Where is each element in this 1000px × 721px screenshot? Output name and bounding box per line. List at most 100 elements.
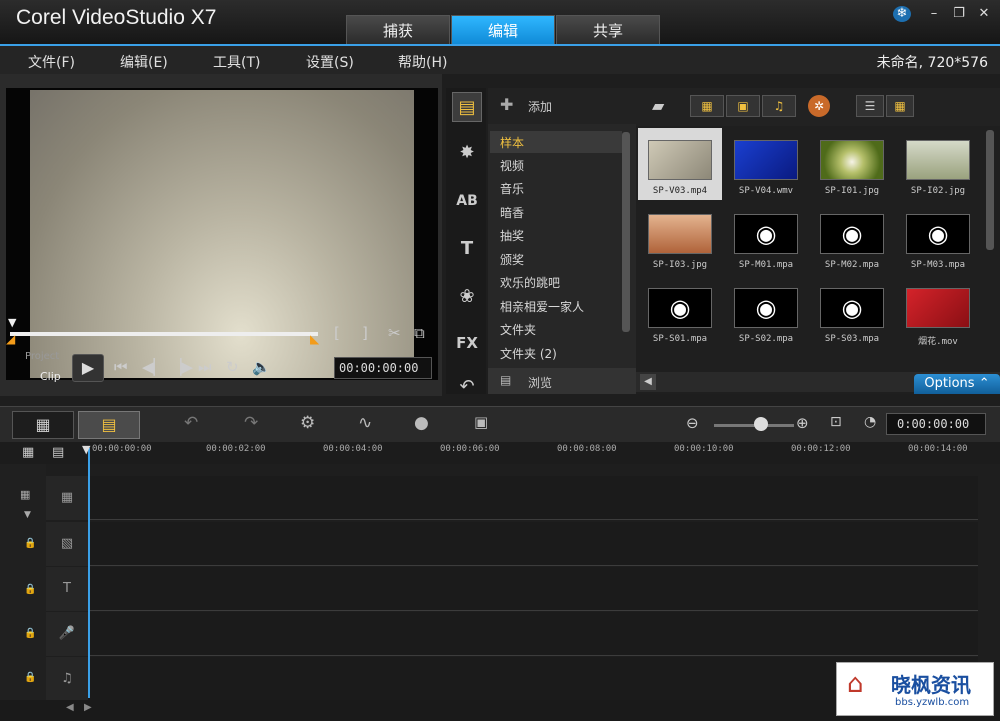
mark-out-button[interactable]: ] (362, 324, 368, 342)
zoom-in-icon[interactable]: ⊕ (796, 414, 809, 432)
menu-file[interactable]: 文件(F) (28, 52, 75, 72)
play-button[interactable]: ▶ (72, 354, 104, 382)
tab-share[interactable]: 共享 (556, 15, 660, 45)
menu-tools[interactable]: 工具(T) (213, 52, 260, 72)
folder-item[interactable]: 音乐 (500, 180, 524, 197)
minimize-icon[interactable]: – (925, 6, 943, 22)
add-folder-row[interactable]: ✚ 添加 (488, 88, 636, 124)
media-thumbnail[interactable]: 烟花.mov (896, 276, 980, 348)
timeline-timecode[interactable]: 0:00:00:00 (886, 413, 986, 435)
menu-settings[interactable]: 设置(S) (306, 52, 354, 72)
folder-item[interactable]: 样本 (500, 134, 524, 151)
media-thumbnail[interactable]: ◉ SP-S03.mpa (810, 276, 894, 348)
subtitle-editor-icon[interactable]: ▣ (474, 413, 488, 431)
browse-button[interactable]: ▤ 浏览 (488, 368, 636, 394)
overlay-track[interactable] (88, 522, 978, 566)
music-track-icon[interactable]: ♫ (46, 657, 88, 701)
path-icon[interactable]: ↶ (452, 372, 482, 402)
track-manager-icon[interactable]: ▤ (52, 445, 64, 460)
folder-item[interactable]: 欢乐的跳吧 (500, 274, 560, 291)
list-view-icon[interactable]: ☰ (856, 95, 884, 117)
show-video-icon[interactable]: ▦ (690, 95, 724, 117)
folder-item[interactable]: 文件夹 (500, 321, 536, 338)
menu-edit[interactable]: 编辑(E) (120, 52, 168, 72)
media-thumbnail[interactable]: ◉ SP-M01.mpa (724, 202, 808, 274)
mark-in-button[interactable]: [ (334, 324, 340, 342)
transition-icon[interactable]: AB (452, 186, 482, 216)
scrubber-bar[interactable] (10, 332, 318, 336)
media-scrollbar[interactable] (986, 130, 994, 250)
zoom-out-icon[interactable]: ⊖ (686, 414, 699, 432)
playhead[interactable] (88, 448, 90, 698)
lock-icon[interactable]: 🔒 (24, 672, 36, 683)
next-frame-icon[interactable]: ▕▶ (170, 358, 193, 376)
overlay-track-icon[interactable]: ▧ (46, 522, 88, 566)
folder-item[interactable]: 抽奖 (500, 227, 524, 244)
trim-marker-end[interactable]: ◣ (310, 332, 319, 346)
title-icon[interactable]: T (452, 234, 482, 264)
previous-frame-icon[interactable]: ◀▏ (142, 358, 165, 376)
undo-icon[interactable]: ↶ (184, 413, 198, 433)
media-thumbnail[interactable]: SP-I02.jpg (896, 128, 980, 200)
media-thumbnail[interactable]: ◉ SP-M03.mpa (896, 202, 980, 274)
mode-project[interactable]: Project (25, 351, 59, 362)
trim-marker-start[interactable]: ◢ (6, 332, 15, 346)
video-track[interactable] (88, 476, 978, 520)
split-clip-icon[interactable]: ✂ (388, 324, 401, 342)
enlarge-preview-icon[interactable]: ⧉ (414, 324, 425, 342)
close-icon[interactable]: ✕ (975, 6, 993, 22)
scroll-right-icon[interactable]: ▶ (84, 702, 92, 713)
storyboard-view-icon[interactable]: ▦ (12, 411, 74, 439)
show-all-tracks-icon[interactable]: ▦ (22, 445, 34, 460)
folder-open-icon[interactable]: ▰ (652, 96, 664, 115)
track-expand-icon[interactable]: ▼ (24, 510, 31, 520)
sound-mixer-icon[interactable]: ∿ (358, 413, 372, 433)
media-thumbnail[interactable]: SP-I01.jpg (810, 128, 894, 200)
timeline-view-icon[interactable]: ▤ (78, 411, 140, 439)
tab-capture[interactable]: 捕获 (346, 15, 450, 45)
settings-icon[interactable]: ❄ (893, 6, 911, 22)
scrubber-handle[interactable]: ▼ (8, 316, 16, 329)
restore-icon[interactable]: ❐ (950, 6, 968, 22)
mode-clip[interactable]: Clip (40, 370, 61, 383)
thumbnail-view-icon[interactable]: ▦ (886, 95, 914, 117)
end-icon[interactable]: ⏭ (198, 358, 212, 376)
preview-timecode[interactable]: 00:00:00:00 (334, 357, 432, 379)
folder-item[interactable]: 相亲相爱一家人 (500, 298, 584, 315)
voice-track[interactable] (88, 612, 978, 656)
folder-item[interactable]: 颁奖 (500, 251, 524, 268)
folder-scrollbar[interactable] (622, 132, 630, 332)
redo-icon[interactable]: ↷ (244, 413, 258, 433)
show-audio-icon[interactable]: ♫ (762, 95, 796, 117)
media-thumbnail[interactable]: SP-I03.jpg (638, 202, 722, 274)
show-photo-icon[interactable]: ▣ (726, 95, 760, 117)
fit-project-icon[interactable]: ⊡ (830, 414, 842, 430)
ripple-editing-icon[interactable]: ▦ (20, 488, 30, 501)
tab-edit[interactable]: 编辑 (451, 15, 555, 45)
folder-item[interactable]: 视频 (500, 157, 524, 174)
sort-icon[interactable]: ✲ (808, 95, 830, 117)
repeat-icon[interactable]: ↻ (226, 358, 239, 376)
folder-item[interactable]: 暗香 (500, 204, 524, 221)
voice-track-icon[interactable]: 🎤 (46, 612, 88, 656)
playhead-handle[interactable]: ▼ (82, 443, 90, 456)
scroll-left-icon[interactable]: ◀ (640, 374, 656, 390)
options-button[interactable]: Options ⌃ (914, 374, 1000, 394)
media-icon[interactable]: ▤ (452, 92, 482, 122)
media-thumbnail[interactable]: SP-V04.wmv (724, 128, 808, 200)
title-track-icon[interactable]: T (46, 567, 88, 611)
video-track-icon[interactable]: ▦ (46, 476, 88, 520)
media-thumbnail[interactable]: SP-V03.mp4 (638, 128, 722, 200)
title-track[interactable] (88, 567, 978, 611)
auto-music-icon[interactable]: ● (414, 413, 429, 433)
media-thumbnail[interactable]: ◉ SP-S01.mpa (638, 276, 722, 348)
lock-icon[interactable]: 🔒 (24, 584, 36, 595)
lock-icon[interactable]: 🔒 (24, 538, 36, 549)
scroll-left-icon[interactable]: ◀ (66, 702, 74, 713)
home-icon[interactable]: ⏮ (114, 358, 128, 376)
menu-help[interactable]: 帮助(H) (398, 52, 447, 72)
lock-icon[interactable]: 🔒 (24, 628, 36, 639)
record-capture-icon[interactable]: ⚙ (300, 413, 315, 433)
media-thumbnail[interactable]: ◉ SP-M02.mpa (810, 202, 894, 274)
zoom-slider-thumb[interactable] (754, 417, 768, 431)
